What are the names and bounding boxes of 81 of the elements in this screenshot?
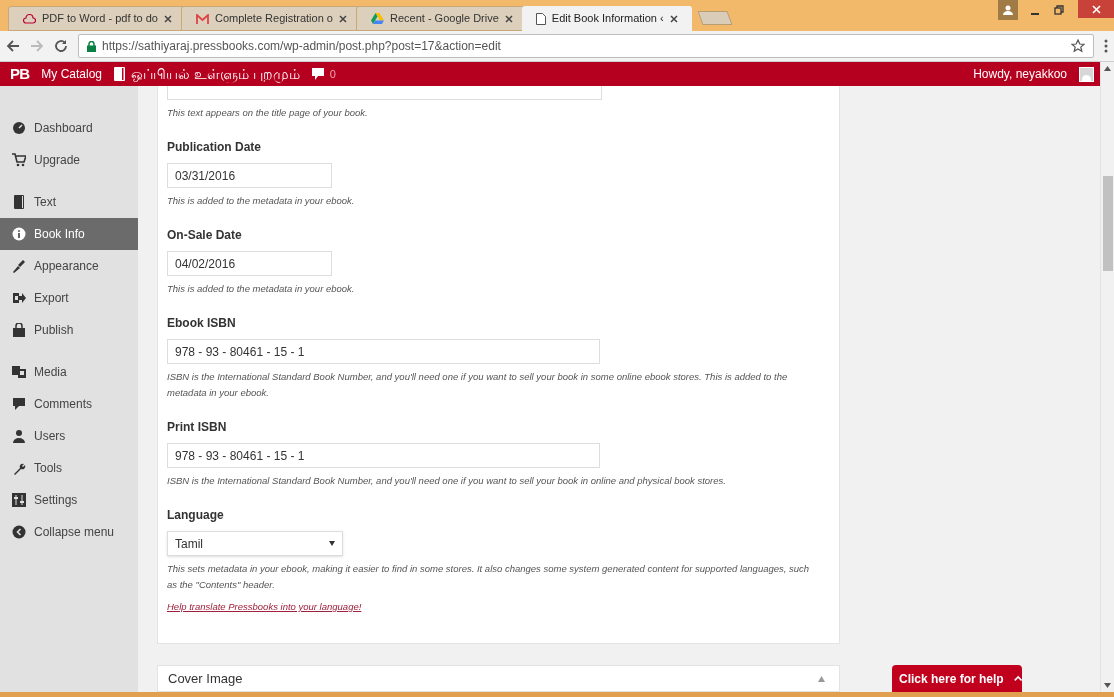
sidebar-menu-item[interactable]: Text	[0, 186, 138, 218]
close-icon	[1091, 4, 1101, 14]
sidebar-menu-item[interactable]: Tools	[0, 452, 138, 484]
profile-icon[interactable]	[998, 0, 1018, 20]
restore-icon[interactable]	[1054, 5, 1064, 15]
sidebar-menu-item[interactable]: Collapse menu	[0, 516, 138, 548]
gauge-icon	[12, 121, 26, 135]
input-field[interactable]: 03/31/2016	[167, 163, 332, 188]
help-text: This is added to the metadata in your ebook.	[167, 194, 356, 208]
sidebar-menu-item[interactable]: Comments	[0, 388, 138, 420]
info-icon	[12, 227, 26, 241]
brush-icon	[12, 259, 26, 273]
close-icon[interactable]	[669, 14, 678, 23]
cover-image-panel[interactable]: Cover Image	[157, 665, 840, 692]
field-label: Ebook ISBN	[167, 315, 237, 332]
book-icon	[114, 67, 126, 81]
panel-title: Cover Image	[168, 669, 243, 688]
help-text: ISBN is the International Standard Book Number, and you'll need one if you want to sell your book in some online ebook stores. This is added to the metadata in your ebook.	[167, 370, 789, 400]
sidebar-menu-item[interactable]: Export	[0, 282, 138, 314]
close-icon[interactable]	[339, 14, 347, 23]
page-icon	[535, 12, 546, 25]
close-icon[interactable]	[504, 14, 513, 23]
reload-icon[interactable]	[54, 39, 68, 53]
menu-icon[interactable]	[1104, 39, 1108, 53]
sidebar-menu-item[interactable]: Users	[0, 420, 138, 452]
input-field[interactable]	[167, 86, 602, 100]
triangle-logo-icon	[371, 13, 384, 24]
back-arrow-icon[interactable]	[6, 39, 20, 53]
sidebar-menu-item[interactable]: Dashboard	[0, 112, 138, 144]
bag-icon	[12, 323, 26, 337]
field-label: Language	[167, 507, 225, 524]
scroll-down-arrow-icon[interactable]	[1104, 683, 1111, 688]
people-icon	[12, 429, 26, 443]
logo[interactable]: PB	[10, 62, 30, 86]
sidebar-menu-item[interactable]: Appearance	[0, 250, 138, 282]
comment-bubble-icon	[311, 67, 324, 81]
book-title-link[interactable]: ஒப்பியல் உள்ளும் புறமும்	[131, 63, 300, 85]
avatar-icon	[1079, 66, 1094, 82]
sidebar-menu-item[interactable]: Media	[0, 356, 138, 388]
browser-tab[interactable]: Edit Book Information ‹	[521, 6, 692, 31]
sidebar-menu-item[interactable]: Publish	[0, 314, 138, 346]
sidebar-menu-item[interactable]: Settings	[0, 484, 138, 516]
cart-icon	[12, 153, 26, 167]
url-text: https://sathiyaraj.pressbooks.com/wp-admin/post.php?post=17&action=edit	[102, 38, 501, 55]
scrollbar[interactable]	[1100, 62, 1114, 692]
envelope-m-icon	[195, 13, 209, 24]
wrench-icon	[12, 461, 26, 475]
address-field[interactable]: https://sathiyaraj.pressbooks.com/wp-admin/post.php?post=17&action=edit	[78, 34, 1094, 58]
star-icon[interactable]	[1071, 39, 1085, 53]
language-dropdown[interactable]: Tamil	[167, 531, 343, 556]
scroll-up-arrow-icon[interactable]	[1104, 66, 1111, 71]
comment-count[interactable]: 0	[329, 65, 336, 83]
sidebar-menu-item[interactable]: Book Info	[0, 218, 138, 250]
media-icon	[12, 365, 26, 379]
field-label: Print ISBN	[167, 419, 228, 436]
dropdown-caret-icon	[329, 541, 335, 546]
book-icon	[12, 195, 26, 209]
input-field[interactable]: 04/02/2016	[167, 251, 332, 276]
help-text: This text appears on the title page of your book.	[167, 106, 369, 120]
chevron-up-icon	[1013, 675, 1022, 682]
input-field[interactable]: 978 - 93 - 80461 - 15 - 1	[167, 339, 600, 364]
sidebar-menu-item[interactable]: Upgrade	[0, 144, 138, 176]
close-window-button[interactable]	[1078, 0, 1114, 18]
user-greeting[interactable]: Howdy, neyakkoo	[973, 65, 1067, 83]
field-label: On-Sale Date	[167, 227, 243, 244]
padlock-icon	[87, 40, 96, 52]
input-field[interactable]: 978 - 93 - 80461 - 15 - 1	[167, 443, 600, 468]
catalog-link[interactable]: My Catalog	[41, 65, 103, 83]
close-icon[interactable]	[163, 14, 172, 23]
help-link[interactable]: Help translate Pressbooks into your language!	[167, 599, 362, 615]
help-text: This sets metadata in your ebook, making it easier to find in some stores. It also changes some system generated content for supported languages, such as the "Contents" header.	[167, 562, 811, 592]
export-arrow-icon	[12, 291, 26, 305]
help-text: This is added to the metadata in your ebook.	[167, 282, 356, 296]
speech-bubble-icon	[12, 397, 26, 411]
help-button[interactable]: Click here for help	[892, 665, 1022, 692]
cloud-icon	[23, 13, 36, 24]
sliders-icon	[12, 493, 26, 507]
help-text: ISBN is the International Standard Book Number, and you'll need one if you want to sell your book in online and physical book stores.	[167, 474, 727, 488]
collapse-triangle-icon[interactable]	[818, 675, 825, 682]
scrollbar-thumb[interactable]	[1102, 176, 1113, 271]
field-label: Publication Date	[167, 139, 262, 156]
